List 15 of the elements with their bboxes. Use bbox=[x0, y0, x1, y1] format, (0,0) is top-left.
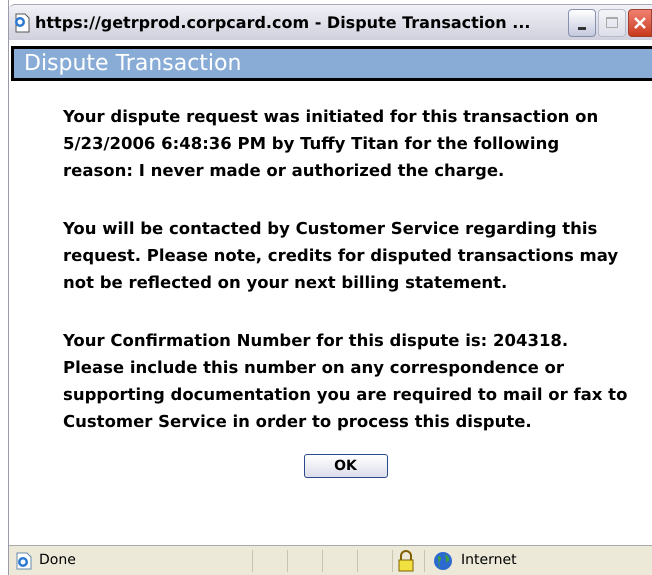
globe-icon bbox=[433, 550, 453, 570]
message-paragraph: Your Confirmation Number for this dispute is: 204318. Please include this number on any correspondence or supporting documentation you are required to mail or fax to Customer Service in order to process this dispute. bbox=[63, 330, 628, 433]
close-icon bbox=[633, 16, 647, 30]
status-text: Done bbox=[39, 551, 77, 570]
padlock-icon bbox=[397, 550, 415, 572]
close-button[interactable] bbox=[628, 8, 652, 36]
zone-text: Internet bbox=[461, 551, 517, 570]
minimize-button[interactable] bbox=[568, 8, 596, 36]
message-paragraph: Your dispute request was initiated for this transaction on 5/23/2006 6:48:36 PM by Tuffy Titan for the following reason: I never made or authorized the charge. bbox=[63, 106, 600, 182]
message-paragraph: You will be contacted by Customer Service regarding this request. Please note, credits for disputed transactions may not be reflected on your next billing statement. bbox=[63, 218, 620, 294]
ok-button[interactable]: OK bbox=[304, 454, 388, 478]
window-title: https://getrprod.corpcard.com - Dispute Transaction ... bbox=[35, 12, 530, 34]
browser-page-icon bbox=[15, 552, 33, 570]
dialog-heading: Dispute Transaction bbox=[24, 50, 242, 78]
browser-page-icon bbox=[13, 12, 31, 32]
